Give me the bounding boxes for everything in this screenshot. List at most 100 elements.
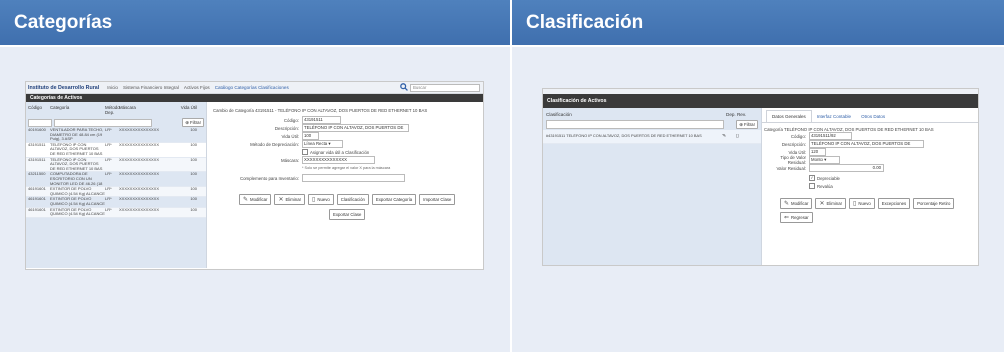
back-label: Regresar [791, 215, 809, 220]
method-select[interactable]: Línea Recta ▾ [302, 140, 343, 148]
delete-button[interactable]: ✕ Eliminar [274, 194, 306, 205]
description-label: Descripción: [274, 125, 299, 131]
delete-button[interactable]: ✕ Eliminar [815, 198, 847, 209]
filter-button[interactable]: ⊕ Filtrar [182, 118, 204, 127]
cell-code: 46191601 [28, 187, 46, 192]
description-field[interactable]: TELÉFONO IP CON ALTAVOZ, DOS PUERTOS DE [809, 140, 924, 148]
table-row[interactable]: 46191601 EXTINTOR DE POLVO QUIMICO (4.54… [26, 197, 206, 208]
col-mask[interactable]: Máscara [119, 105, 177, 115]
nav-inicio[interactable]: Inicio [107, 85, 118, 90]
export-class-label: Exportar Clase [333, 212, 362, 217]
exceptions-label: Excepciones [881, 201, 907, 206]
cell-category: COMPUTADORA DE ESCRITORIO CON UN MONITOR… [50, 172, 103, 186]
filter-label: Filtrar [190, 120, 201, 125]
cell-method: LR* [105, 172, 112, 177]
exceptions-button[interactable]: Excepciones [877, 198, 911, 209]
table-row[interactable]: 43191511 TELÉFONO IP CON ALTAVOZ, DOS PU… [26, 157, 206, 173]
filter-code-input[interactable] [28, 118, 52, 127]
col-life[interactable]: Vida Útil [177, 105, 197, 115]
cell-code: 43211500 [28, 172, 46, 177]
filter-classification-input[interactable] [546, 120, 724, 129]
table-row[interactable]: 40191600 VENTILADOR PARA TECHO, DIAMETRO… [26, 128, 206, 143]
cell-mask: XXXXXXXXXXXXXXX [119, 187, 160, 192]
nav-activos[interactable]: Activos Fijos [184, 85, 210, 90]
depreciable-checkbox[interactable]: ✓ Depreciable [809, 175, 840, 181]
classification-button[interactable]: Clasificación [336, 194, 369, 205]
table-row[interactable]: 46191601 EXTINTOR DE POLVO QUIMICO (4.54… [26, 207, 206, 218]
cell-method: LR* [105, 197, 112, 202]
cell-mask: XXXXXXXXXXXXXXX [119, 207, 160, 212]
filter-row: ⊕ Filtrar [26, 117, 206, 128]
cell-life: 100 [190, 187, 197, 192]
clasificacion-screenshot: Clasificación de Activos Clasificación D… [542, 88, 979, 266]
table-row[interactable]: 46191601 EXTINTOR DE POLVO QUIMICO (4.54… [26, 187, 206, 198]
nav-catalogo[interactable]: Catálogo Categorías Clasificaciones [215, 85, 289, 90]
delete-icon[interactable]: ▯ [736, 134, 739, 139]
modify-button[interactable]: ✎ Modificar [239, 194, 272, 205]
table-row[interactable]: #43191511 TELÉFONO IP CON ALTAVOZ, DOS P… [543, 130, 761, 144]
col-dep[interactable]: Dep. Rev. [726, 112, 746, 117]
document-icon: ▯ [853, 201, 857, 207]
complement-field[interactable] [302, 174, 405, 182]
col-code[interactable]: Código [28, 105, 50, 115]
life-field[interactable]: 120 [809, 148, 826, 156]
code-field[interactable]: 43191511/92 [809, 132, 852, 140]
table-row[interactable]: 43211500 COMPUTADORA DE ESCRITORIO CON U… [26, 172, 206, 188]
cell-life: 100 [190, 142, 197, 147]
cell-method: LR* [105, 128, 112, 132]
col-method[interactable]: Método Dep. [105, 105, 120, 115]
tab-datos-generales[interactable]: Datos Generales [766, 110, 812, 122]
form-title: Cambio de Categoría 43191511 - TELÉFONO … [213, 108, 428, 113]
cell-mask: XXXXXXXXXXXXXXX [119, 197, 160, 202]
export-category-button[interactable]: Exportar Categoría [371, 194, 417, 205]
residual-type-select[interactable]: Monto ▾ [809, 156, 840, 164]
description-label: Descripción: [781, 141, 806, 147]
back-button[interactable]: ⇐ Regresar [780, 212, 813, 223]
action-buttons: ✎ Modificar ✕ Eliminar ▯ Nuevo Clasificació… [239, 194, 479, 205]
residual-type-label: Tipo de Valor Residual: [780, 155, 806, 165]
retirement-percent-button[interactable]: Porcentaje Retiro [913, 198, 955, 209]
panel-title: Clasificación de Activos [543, 94, 978, 108]
arrow-left-icon: ⇐ [784, 215, 790, 221]
cell-category: TELÉFONO IP CON ALTAVOZ, DOS PUERTOS DE … [50, 142, 103, 156]
revaluation-label: Revalúa [817, 183, 833, 189]
assign-life-label: Asignar vida útil a Clasificación [310, 149, 370, 155]
slide-title-categorias: Categorías [0, 0, 510, 47]
life-field[interactable]: 100 [302, 132, 319, 140]
revaluation-checkbox[interactable]: Revalúa [809, 183, 833, 189]
code-field[interactable]: 43191511 [302, 116, 341, 124]
col-category[interactable]: Categoría [50, 105, 105, 115]
search-input[interactable]: Buscar [410, 84, 480, 92]
table-row[interactable]: 43191511 TELÉFONO IP CON ALTAVOZ, DOS PU… [26, 142, 206, 158]
depreciable-label: Depreciable [817, 175, 840, 181]
new-button[interactable]: ▯ Nuevo [849, 198, 875, 209]
cell-method: LR* [105, 157, 112, 162]
life-label: Vida Útil: [788, 149, 807, 155]
action-buttons: ✎ Modificar ✕ Eliminar ▯ Nuevo Excepciones … [780, 198, 978, 223]
slide-title-clasificacion: Clasificación [512, 0, 1004, 47]
table-header: Código Categoría Método Dep. Máscara Vid… [26, 102, 206, 117]
tab-otros-datos[interactable]: Otros Datos [856, 114, 890, 122]
col-classification[interactable]: Clasificación [546, 112, 726, 117]
filter-button[interactable]: ⊕ Filtrar [736, 120, 758, 129]
slide-clasificacion: Clasificación Clasificación de Activos C… [512, 0, 1004, 352]
import-class-button[interactable]: Importar Clase [419, 194, 456, 205]
export-class-button[interactable]: Exportar Clase [329, 209, 366, 220]
edit-icon[interactable]: ✎ [722, 134, 736, 139]
modify-button[interactable]: ✎ Modificar [780, 198, 813, 209]
new-button[interactable]: ▯ Nuevo [308, 194, 334, 205]
retirement-percent-label: Porcentaje Retiro [917, 201, 951, 206]
mask-field[interactable]: XXXXXXXXXXXXXXX [302, 156, 375, 164]
residual-label: Valor Residual: [776, 165, 806, 171]
nav-sistema[interactable]: Sistema Financiero Integral [123, 85, 179, 90]
institution-name[interactable]: Instituto de Desarrollo Rural [28, 85, 99, 91]
description-field[interactable]: TELÉFONO IP CON ALTAVOZ, DOS PUERTOS DE [302, 124, 409, 132]
filter-category-input[interactable] [54, 118, 152, 127]
modify-label: Modificar [791, 201, 809, 206]
search-icon[interactable] [400, 83, 408, 93]
cell-life: 100 [190, 172, 197, 177]
tab-interfaz-contable[interactable]: Interfaz Contable [812, 114, 856, 122]
mask-label: Máscara: [280, 157, 299, 163]
assign-life-checkbox[interactable]: Asignar vida útil a Clasificación [302, 149, 369, 155]
residual-field[interactable]: 0.00 [809, 164, 884, 172]
